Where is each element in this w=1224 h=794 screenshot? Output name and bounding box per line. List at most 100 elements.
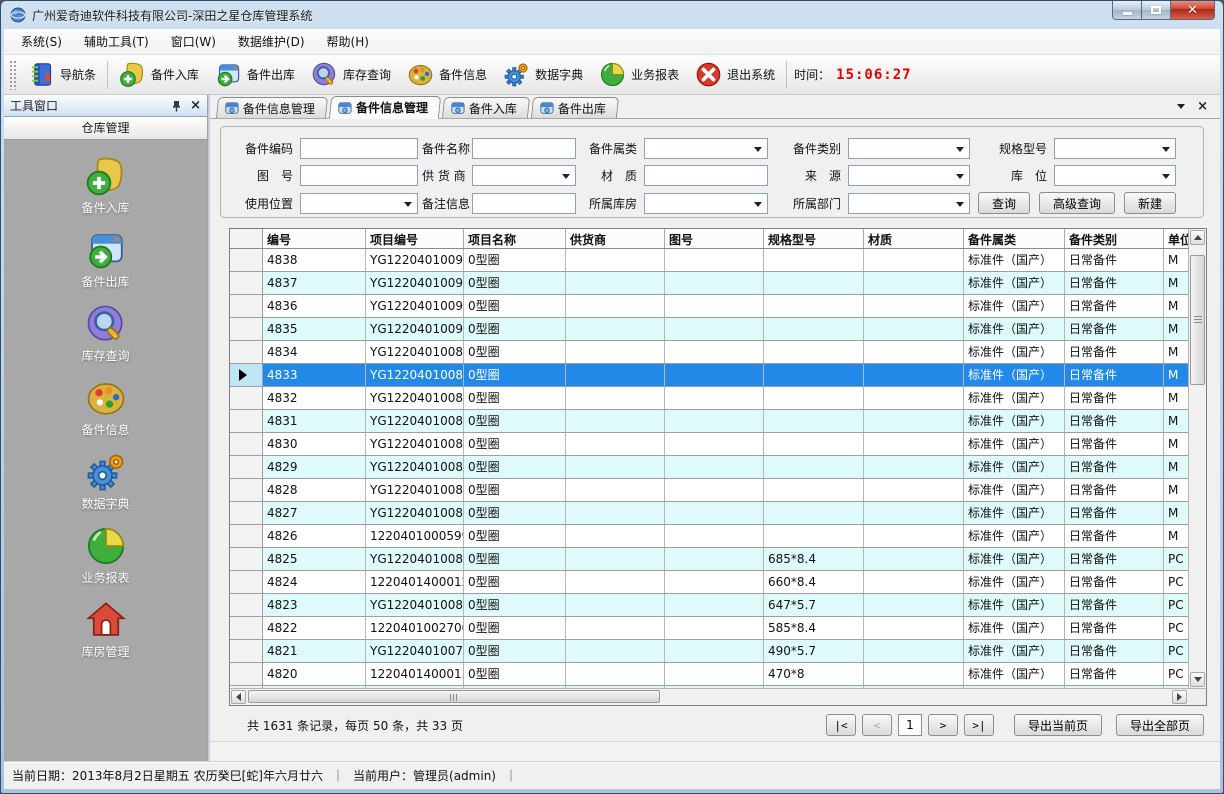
table-cell[interactable] <box>566 663 665 685</box>
table-row[interactable]: 4828YG122040100830型圈标准件（国产）日常备件M <box>230 479 1188 502</box>
table-cell[interactable]: PC <box>1164 663 1188 685</box>
table-cell[interactable]: PC <box>1164 617 1188 639</box>
toolbar-button-data-dict[interactable]: 数据字典 <box>495 57 591 92</box>
vertical-scroll-thumb[interactable] <box>1190 255 1205 385</box>
table-cell[interactable] <box>864 571 964 593</box>
table-cell[interactable]: 0型圈 <box>464 272 566 294</box>
table-cell[interactable]: 标准件（国产） <box>964 571 1065 593</box>
table-cell[interactable] <box>764 479 864 501</box>
table-cell[interactable] <box>864 617 964 639</box>
table-cell[interactable]: M <box>1164 272 1188 294</box>
table-cell[interactable] <box>864 364 964 386</box>
menu-item[interactable]: 窗口(W) <box>160 29 227 54</box>
row-indicator[interactable] <box>230 456 263 478</box>
table-cell[interactable]: 日常备件 <box>1065 318 1164 340</box>
table-cell[interactable] <box>665 410 764 432</box>
table-cell[interactable] <box>764 249 864 271</box>
table-cell[interactable]: YG12204010084 <box>366 456 464 478</box>
table-cell[interactable]: M <box>1164 318 1188 340</box>
toolbar-button-parts-in[interactable]: 备件入库 <box>111 57 207 92</box>
tab-3[interactable]: 备件入库 <box>442 97 530 118</box>
table-row[interactable]: 4830YG122040100850型圈标准件（国产）日常备件M <box>230 433 1188 456</box>
table-cell[interactable]: 0型圈 <box>464 295 566 317</box>
vertical-scrollbar[interactable] <box>1188 229 1206 688</box>
horizontal-scrollbar[interactable] <box>230 689 1188 705</box>
table-cell[interactable] <box>764 341 864 363</box>
row-indicator[interactable] <box>230 341 263 363</box>
table-cell[interactable] <box>566 249 665 271</box>
table-cell[interactable]: M <box>1164 341 1188 363</box>
department-combo[interactable] <box>848 193 970 214</box>
sidebar-group-header[interactable]: 仓库管理 <box>4 117 207 140</box>
table-row[interactable]: 4829YG122040100840型圈标准件（国产）日常备件M <box>230 456 1188 479</box>
table-cell[interactable]: 4829 <box>263 456 366 478</box>
table-cell[interactable] <box>864 272 964 294</box>
table-cell[interactable]: 0型圈 <box>464 640 566 662</box>
table-cell[interactable]: M <box>1164 387 1188 409</box>
table-cell[interactable]: M <box>1164 456 1188 478</box>
part-category-combo[interactable] <box>644 138 768 159</box>
stock-location-combo[interactable] <box>1054 165 1176 186</box>
pin-icon[interactable] <box>171 100 182 112</box>
table-cell[interactable]: 日常备件 <box>1065 387 1164 409</box>
sidebar-item-parts-info[interactable]: 备件信息 <box>4 377 207 438</box>
first-page-button[interactable]: |< <box>826 714 856 736</box>
new-button[interactable]: 新建 <box>1124 192 1176 214</box>
minimize-button[interactable] <box>1112 1 1142 20</box>
table-cell[interactable] <box>864 318 964 340</box>
query-button[interactable]: 查询 <box>978 192 1030 214</box>
row-indicator[interactable] <box>230 686 263 688</box>
table-cell[interactable] <box>864 479 964 501</box>
table-cell[interactable]: 0型圈 <box>464 663 566 685</box>
column-header[interactable]: 供货商 <box>566 229 665 248</box>
table-cell[interactable]: 日常备件 <box>1065 640 1164 662</box>
table-cell[interactable]: 4833 <box>263 364 366 386</box>
table-cell[interactable] <box>764 433 864 455</box>
table-cell[interactable] <box>864 640 964 662</box>
table-cell[interactable]: YG12204010092 <box>366 272 464 294</box>
table-cell[interactable]: 日常备件 <box>1065 548 1164 570</box>
table-cell[interactable]: 4823 <box>263 594 366 616</box>
table-cell[interactable] <box>566 318 665 340</box>
table-cell[interactable]: 0型圈 <box>464 479 566 501</box>
table-cell[interactable]: 4834 <box>263 341 366 363</box>
table-cell[interactable]: 标准件（国产） <box>964 295 1065 317</box>
table-cell[interactable]: 647*5.7 <box>764 594 864 616</box>
table-cell[interactable] <box>665 525 764 547</box>
table-cell[interactable]: 0型圈 <box>464 387 566 409</box>
table-cell[interactable] <box>665 663 764 685</box>
table-cell[interactable]: 0型圈 <box>464 617 566 639</box>
table-cell[interactable] <box>864 525 964 547</box>
table-cell[interactable] <box>566 387 665 409</box>
table-cell[interactable] <box>665 548 764 570</box>
table-cell[interactable] <box>764 318 864 340</box>
tab-4[interactable]: 备件出库 <box>531 97 619 118</box>
row-indicator[interactable] <box>230 410 263 432</box>
table-row[interactable]: 4825YG122040100810型圈685*8.4标准件（国产）日常备件PC <box>230 548 1188 571</box>
table-cell[interactable]: 日常备件 <box>1065 571 1164 593</box>
sidebar-item-parts-out[interactable]: 备件出库 <box>4 229 207 290</box>
row-indicator[interactable] <box>230 571 263 593</box>
table-row[interactable]: 4832YG122040100870型圈标准件（国产）日常备件M <box>230 387 1188 410</box>
scroll-left-icon[interactable] <box>231 690 246 704</box>
table-cell[interactable]: 4828 <box>263 479 366 501</box>
table-row[interactable]: 482612204010005990型圈标准件（国产）日常备件M <box>230 525 1188 548</box>
table-cell[interactable] <box>566 640 665 662</box>
row-indicator[interactable] <box>230 364 263 386</box>
export-all-pages-button[interactable]: 导出全部页 <box>1116 714 1204 736</box>
table-cell[interactable]: 1220401400012 <box>366 571 464 593</box>
table-cell[interactable]: 0型圈 <box>464 341 566 363</box>
table-cell[interactable]: YG12204010086 <box>366 410 464 432</box>
table-cell[interactable]: 1220401002700 <box>366 617 464 639</box>
table-cell[interactable]: 4821 <box>263 640 366 662</box>
table-cell[interactable] <box>665 594 764 616</box>
row-indicator[interactable] <box>230 525 263 547</box>
table-cell[interactable]: 4826 <box>263 525 366 547</box>
row-indicator[interactable] <box>230 479 263 501</box>
last-page-button[interactable]: >| <box>964 714 994 736</box>
table-cell[interactable]: 标准件（国产） <box>964 387 1065 409</box>
table-cell[interactable] <box>864 548 964 570</box>
table-cell[interactable]: 日常备件 <box>1065 272 1164 294</box>
table-cell[interactable] <box>665 295 764 317</box>
table-cell[interactable]: YG12204010083 <box>366 479 464 501</box>
